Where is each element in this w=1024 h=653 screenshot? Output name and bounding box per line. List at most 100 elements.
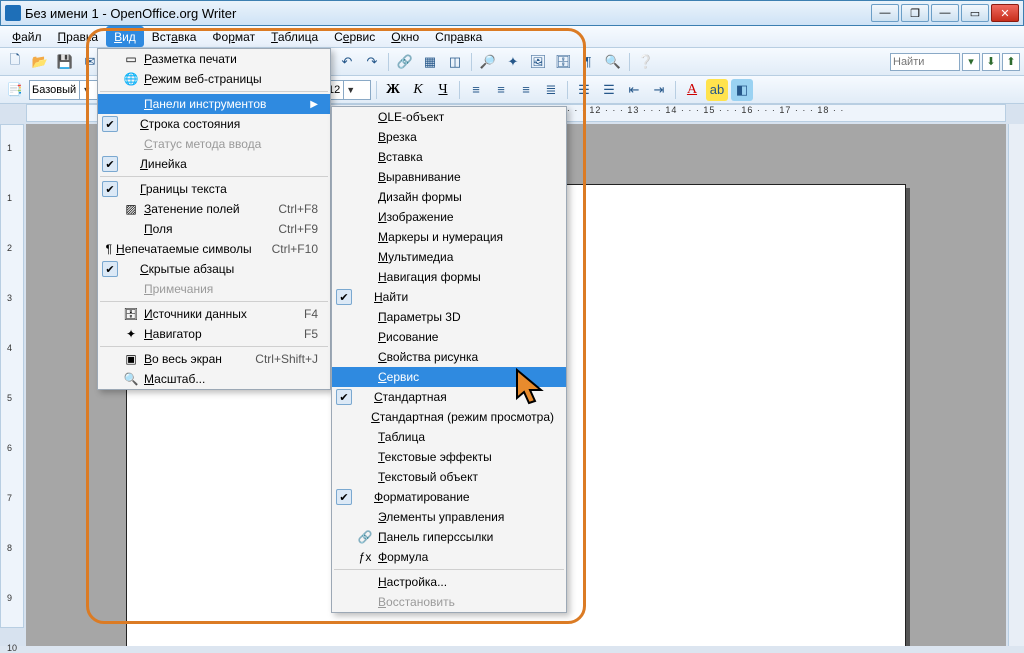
font-color-button[interactable]: А [681,79,703,101]
search-input[interactable] [890,53,960,71]
toolbars-menu-item[interactable]: ✔Форматирование [332,487,566,507]
open-icon[interactable]: 📂 [29,51,51,73]
menu-item-label: Панели инструментов [140,97,290,111]
datasource-icon[interactable]: 🗄 [552,51,574,73]
view-menu-item[interactable]: ¶Непечатаемые символыCtrl+F10 [98,239,330,259]
new-doc-icon[interactable]: 🗋 [4,51,26,73]
toolbars-menu-item[interactable]: ✔Стандартная [332,387,566,407]
menu-item-icon: ƒx [356,549,374,565]
find-next-button[interactable]: ⬇ [982,53,1000,71]
menu-format[interactable]: Формат [204,26,263,47]
increase-indent-icon[interactable]: ⇥ [648,79,670,101]
bold-button[interactable]: Ж [382,79,404,101]
view-menu-item[interactable]: ▣Во весь экранCtrl+Shift+J [98,349,330,369]
toolbars-menu-item[interactable]: Маркеры и нумерация [332,227,566,247]
toolbars-menu-item[interactable]: ƒxФормула [332,547,566,567]
bullet-list-icon[interactable]: ☰ [598,79,620,101]
maximize-button[interactable]: ▭ [961,4,989,22]
menu-item-icon [356,349,374,365]
highlight-color-button[interactable]: ab [706,79,728,101]
check-icon [336,449,356,465]
navigator-icon[interactable]: ✦ [502,51,524,73]
gallery-icon[interactable]: 🖼 [527,51,549,73]
view-menu-item[interactable]: 🗄Источники данныхF4 [98,304,330,324]
underline-button[interactable]: Ч [432,79,454,101]
menu-table[interactable]: Таблица [263,26,326,47]
help-icon[interactable]: ❔ [635,51,657,73]
view-menu-item[interactable]: ПоляCtrl+F9 [98,219,330,239]
window-title: Без имени 1 - OpenOffice.org Writer [25,6,867,21]
minimize-button-2[interactable]: — [931,4,959,22]
toolbars-menu-item[interactable]: Текстовые эффекты [332,447,566,467]
font-size-combo[interactable]: 12▼ [325,80,371,100]
search-dropdown-button[interactable]: ▾ [962,53,980,71]
minimize-button[interactable]: — [871,4,899,22]
redo-icon[interactable]: ↷ [361,51,383,73]
toolbars-menu-item[interactable]: Элементы управления [332,507,566,527]
menu-insert[interactable]: Вставка [144,26,205,47]
numbered-list-icon[interactable]: ☰ [573,79,595,101]
toolbars-menu-item[interactable]: Таблица [332,427,566,447]
hyperlink-icon[interactable]: 🔗 [394,51,416,73]
styles-dialog-icon[interactable]: 📑 [4,79,26,101]
toolbars-menu-item[interactable]: Стандартная (режим просмотра) [332,407,566,427]
table-icon[interactable]: ▦ [419,51,441,73]
toolbars-menu-item[interactable]: Навигация формы [332,267,566,287]
toolbars-menu-item[interactable]: Рисование [332,327,566,347]
align-right-icon[interactable]: ≡ [515,79,537,101]
toolbars-menu-item[interactable]: Настройка... [332,572,566,592]
toolbars-menu-item[interactable]: ✔Найти [332,287,566,307]
menu-view[interactable]: Вид [106,26,144,47]
ruler-mark: 3 [7,293,12,303]
vertical-ruler[interactable]: 112345678910 [0,124,24,628]
zoom-icon[interactable]: 🔍 [602,51,624,73]
view-menu-item[interactable]: ▭Разметка печати [98,49,330,69]
view-menu-item[interactable]: 🔍Масштаб... [98,369,330,389]
find-replace-icon[interactable]: 🔎 [477,51,499,73]
menu-item-icon [356,189,374,205]
decrease-indent-icon[interactable]: ⇤ [623,79,645,101]
find-prev-button[interactable]: ⬆ [1002,53,1020,71]
menu-file[interactable]: Файл [4,26,50,47]
view-menu-item[interactable]: 🌐Режим веб-страницы [98,69,330,89]
toolbars-menu-item[interactable]: Параметры 3D [332,307,566,327]
view-menu-item[interactable]: ✔Линейка [98,154,330,174]
view-menu-item[interactable]: ✔Границы текста [98,179,330,199]
view-menu-item[interactable]: ✔Скрытые абзацы [98,259,330,279]
toolbars-menu-item[interactable]: OLE-объект [332,107,566,127]
toolbars-menu-item[interactable]: Сервис [332,367,566,387]
vertical-scrollbar[interactable] [1008,124,1024,646]
view-menu-item[interactable]: Панели инструментов▶ [98,94,330,114]
toolbars-menu-item[interactable]: Дизайн формы [332,187,566,207]
toolbars-menu-item[interactable]: Изображение [332,207,566,227]
close-button[interactable]: ✕ [991,4,1019,22]
undo-icon[interactable]: ↶ [336,51,358,73]
toolbars-menu-item[interactable]: Мультимедиа [332,247,566,267]
menu-window[interactable]: Окно [383,26,427,47]
menu-help[interactable]: Справка [427,26,490,47]
toolbars-menu-item[interactable]: Выравнивание [332,167,566,187]
toolbars-menu-item[interactable]: 🔗Панель гиперссылки [332,527,566,547]
menu-item-label: Формула [374,550,554,564]
menu-item-label: Во весь экран [140,352,235,366]
align-left-icon[interactable]: ≡ [465,79,487,101]
restore-button[interactable]: ❐ [901,4,929,22]
toolbars-menu-item[interactable]: Свойства рисунка [332,347,566,367]
toolbars-menu-item[interactable]: Текстовый объект [332,467,566,487]
menu-item-accelerator: Ctrl+Shift+J [255,352,318,366]
italic-button[interactable]: К [407,79,429,101]
toolbars-menu-item[interactable]: Врезка [332,127,566,147]
save-icon[interactable]: 💾 [54,51,76,73]
toolbars-menu-item[interactable]: Вставка [332,147,566,167]
align-justify-icon[interactable]: ≣ [540,79,562,101]
menu-edit[interactable]: Правка [50,26,107,47]
background-color-button[interactable]: ◧ [731,79,753,101]
view-menu-item[interactable]: ✦НавигаторF5 [98,324,330,344]
menu-item-label: Текстовый объект [374,470,554,484]
align-center-icon[interactable]: ≡ [490,79,512,101]
nonprint-icon[interactable]: ¶ [577,51,599,73]
menu-tools[interactable]: Сервис [326,26,383,47]
show-draw-icon[interactable]: ◫ [444,51,466,73]
view-menu-item[interactable]: ▨Затенение полейCtrl+F8 [98,199,330,219]
view-menu-item[interactable]: ✔Строка состояния [98,114,330,134]
